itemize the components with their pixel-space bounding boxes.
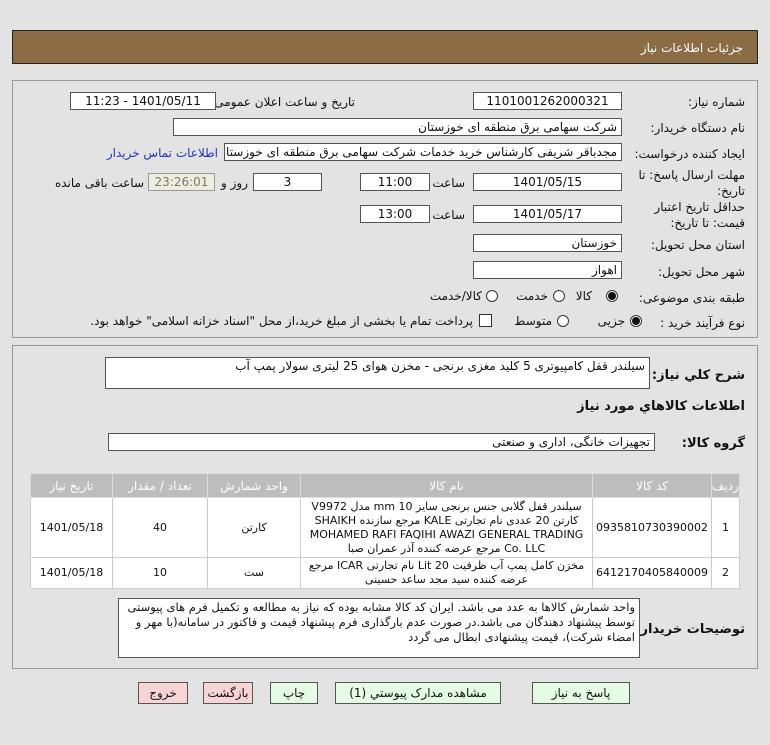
category-option-service: خدمت [516,289,548,303]
col-code: کد کالا [592,473,712,498]
page-title: جزئیات اطلاعات نیاز [640,41,743,55]
goods-table: ردیف کد کالا نام کالا واحد شمارش تعداد /… [29,473,740,589]
category-radio-service[interactable] [553,290,565,302]
province-field: خوزستان [473,234,622,252]
process-label: نوع فرآیند خرید : [660,316,745,330]
view-attachments-button[interactable]: مشاهده مدارک پیوستي (1) [335,682,501,704]
summary-field: سیلندر قفل کامپیوتری 5 کلید مغزی برنجی -… [105,357,650,389]
reply-button[interactable]: پاسخ به نیاز [532,682,630,704]
col-name: نام کالا [300,473,594,498]
need-number-field: 1101001262000321 [473,92,622,110]
treasury-payment-checkbox[interactable] [479,314,492,327]
buyer-notes-field: واحد شمارش کالاها به عدد می باشد. ایران … [118,598,640,658]
col-unit: واحد شمارش [207,473,302,498]
category-radio-both[interactable] [486,290,498,302]
deadline-label: مهلت ارسال پاسخ: تا [638,168,745,182]
cell-unit: کارتن [207,497,302,558]
page-header: جزئیات اطلاعات نیاز [12,30,758,64]
validity-label-2: قیمت: تا تاریخ: [670,216,745,230]
cell-name: سیلندر قفل گلابی جنس برنجی سایز 10 mm مد… [300,497,594,558]
validity-time-label: ساعت [432,208,465,222]
process-option-minor: جزیی [597,314,625,328]
col-row: ردیف [711,473,740,498]
days-field: 3 [253,173,322,191]
category-radio-goods[interactable] [606,290,618,302]
treasury-payment-note: پرداخت تمام یا بخشی از مبلغ خرید،از محل … [90,314,473,328]
category-label: طبقه بندی موضوعی: [638,291,745,305]
validity-label: حداقل تاریخ اعتبار [654,200,745,214]
cell-date: 1401/05/18 [29,557,114,589]
need-number-label: شماره نیاز: [688,95,745,109]
summary-label: شرح کلي نياز: [651,368,745,383]
deadline-label-2: تاریخ: [717,184,745,198]
cell-qty: 40 [112,497,209,558]
announce-field: 1401/05/11 - 11:23 [70,92,216,110]
process-option-medium: متوسط [514,314,552,328]
cell-row: 1 [711,497,740,558]
cell-name: مخزن کامل پمپ آب ظرفیت 20 Lit نام تجارتی… [300,557,594,589]
city-label: شهر محل تحویل: [658,265,745,279]
goods-group-label: گروه کالا: [681,436,745,451]
province-label: استان محل تحویل: [650,238,745,252]
cell-row: 2 [711,557,740,589]
buyer-contact-link[interactable]: اطلاعات تماس خریدار [107,146,218,160]
cell-code: 6412170405840009 [592,557,712,589]
buyer-notes-label: توضیحات خریدار: [635,622,745,637]
table-row: 1 0935810730390002 سیلندر قفل گلابی جنس … [29,497,740,558]
days-label: روز و [221,176,248,190]
category-option-goods: کالا [575,289,592,303]
exit-button[interactable]: خروج [138,682,188,704]
cell-date: 1401/05/18 [29,497,114,558]
creator-label: ایجاد کننده درخواست: [634,147,745,161]
col-date: تاریخ نیاز [29,473,114,498]
cell-code: 0935810730390002 [592,497,712,558]
col-qty: تعداد / مقدار [112,473,209,498]
category-option-both: کالا/خدمت [429,289,482,303]
deadline-time-field: 11:00 [360,173,430,191]
cell-unit: ست [207,557,302,589]
remaining-label: ساعت باقی مانده [54,176,144,190]
goods-section-title: اطلاعات کالاهاي مورد نياز [577,399,745,414]
city-field: اهواز [473,261,622,279]
table-row: 2 6412170405840009 مخزن کامل پمپ آب ظرفی… [29,557,740,589]
process-radio-medium[interactable] [557,315,569,327]
table-header-row: ردیف کد کالا نام کالا واحد شمارش تعداد /… [29,473,740,498]
remaining-timer: 23:26:01 [148,173,215,191]
validity-date-field: 1401/05/17 [473,205,622,223]
print-button[interactable]: چاپ [270,682,318,704]
announce-label: تاریخ و ساعت اعلان عمومی: [210,95,355,109]
back-button[interactable]: بازگشت [203,682,253,704]
deadline-time-label: ساعت [432,176,465,190]
creator-field: مجدباقر شریفی کارشناس خرید خدمات شرکت سه… [224,143,622,161]
goods-group-field: تجهیزات خانگی، اداری و صنعتی [108,433,655,451]
process-radio-minor[interactable] [630,315,642,327]
deadline-date-field: 1401/05/15 [473,173,622,191]
buyer-field: شرکت سهامی برق منطقه ای خوزستان [173,118,622,136]
buyer-label: نام دستگاه خریدار: [650,121,746,135]
cell-qty: 10 [112,557,209,589]
validity-time-field: 13:00 [360,205,430,223]
